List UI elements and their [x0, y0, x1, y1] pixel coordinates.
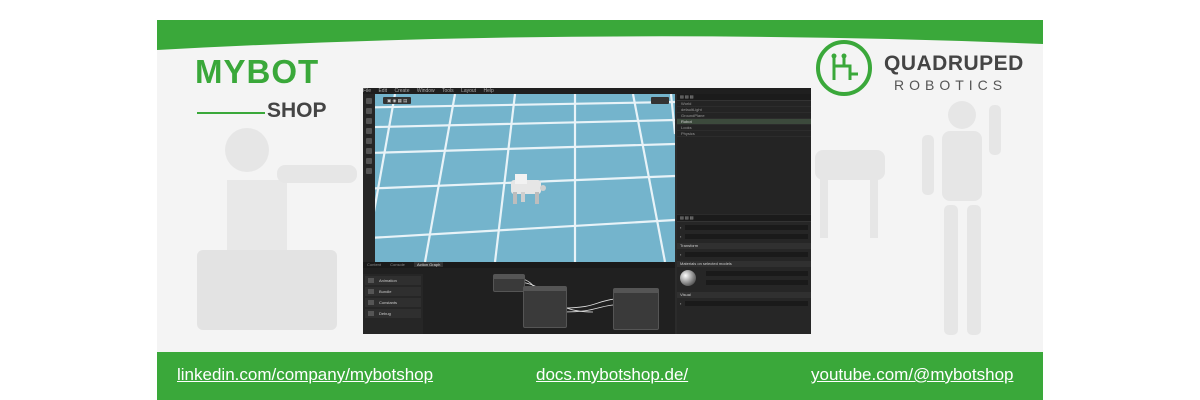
viewport-toolbar[interactable]: ▣ ◉ ▦ ▤ [383, 97, 412, 104]
pause-icon[interactable] [366, 158, 372, 164]
tab-content[interactable]: Content [367, 262, 381, 267]
quadruped-illustration [815, 150, 885, 238]
graph-node[interactable] [523, 286, 567, 328]
rotate-tool-icon[interactable] [366, 118, 372, 124]
linkedin-link[interactable]: linkedin.com/company/mybotshop [177, 365, 433, 385]
prop-row: ▪ [680, 233, 808, 240]
graph-node[interactable] [613, 288, 659, 330]
tab-action-graph[interactable]: Action Graph [413, 262, 444, 267]
stop-icon[interactable] [366, 168, 372, 174]
material-row [677, 267, 811, 289]
move-tool-icon[interactable] [366, 108, 372, 114]
logo-title: QUADRUPED [884, 52, 1024, 75]
prop-row [702, 279, 808, 286]
material-preview [680, 270, 696, 286]
node-category[interactable]: Constants [365, 298, 421, 307]
tool-strip [363, 94, 375, 262]
logo-subtitle: SHOP [267, 99, 327, 122]
name-field[interactable] [685, 225, 808, 230]
property-panel: ▤ ▤ ▤ ▪ ▪ Transform ▪ Materials on selec… [677, 215, 811, 334]
tab-console[interactable]: Console [390, 262, 405, 267]
logo-subtitle: ROBOTICS [894, 77, 1008, 93]
type-field[interactable] [685, 234, 808, 239]
snap-tool-icon[interactable] [366, 138, 372, 144]
simulator-screenshot: File Edit Create Window Tools Layout Hel… [363, 88, 811, 334]
visual-field[interactable] [685, 301, 808, 306]
logo-title: MYBOT [195, 53, 320, 90]
node-category[interactable]: Debug [365, 309, 421, 318]
humanoid-illustration [922, 101, 1001, 335]
select-tool-icon[interactable] [366, 98, 372, 104]
visual-section[interactable]: Visual [677, 292, 811, 298]
scale-tool-icon[interactable] [366, 128, 372, 134]
translate-field[interactable] [685, 252, 808, 257]
graph-node[interactable] [493, 274, 525, 292]
docs-link[interactable]: docs.mybotshop.de/ [536, 365, 688, 385]
quadruped-robotics-logo: QUADRUPED ROBOTICS [816, 40, 1031, 104]
youtube-link[interactable]: youtube.com/@mybotshop [811, 365, 1013, 385]
footer-bar: linkedin.com/company/mybotshop docs.mybo… [157, 352, 1043, 400]
prop-row [702, 270, 808, 277]
strength-field[interactable] [706, 280, 808, 285]
stage-panel: ▤ ▤ ▤ World defaultLight GroundPlane Rob… [677, 94, 811, 214]
action-graph-panel: Content Console Action Graph Animation B… [363, 262, 675, 334]
stage-panel-header: ▤ ▤ ▤ [677, 94, 811, 101]
camera-menu[interactable] [651, 97, 669, 104]
node-library: Animation Bundle Constants Debug [363, 274, 423, 334]
robot-arm-illustration [197, 128, 357, 330]
property-panel-header: ▤ ▤ ▤ [677, 215, 811, 222]
material-fields [699, 268, 811, 288]
prop-row: ▪ [680, 300, 808, 307]
prop-row: ▪ [680, 224, 808, 231]
stage-row[interactable]: Physics [677, 131, 811, 137]
robot-model[interactable] [505, 172, 549, 208]
node-category[interactable]: Animation [365, 276, 421, 285]
3d-viewport[interactable]: ▣ ◉ ▦ ▤ [375, 94, 675, 262]
material-field[interactable] [706, 271, 808, 276]
circuit-icon [816, 40, 872, 96]
banner: MYBOT SHOP QUADRUPED ROBOTICS File Edit … [157, 20, 1043, 400]
mybotshop-logo: MYBOT SHOP [195, 53, 327, 123]
logo-underline [197, 112, 265, 114]
prop-row: ▪ [680, 251, 808, 258]
play-icon[interactable] [366, 148, 372, 154]
node-category[interactable]: Bundle [365, 287, 421, 296]
transform-section[interactable]: Transform [677, 243, 811, 249]
